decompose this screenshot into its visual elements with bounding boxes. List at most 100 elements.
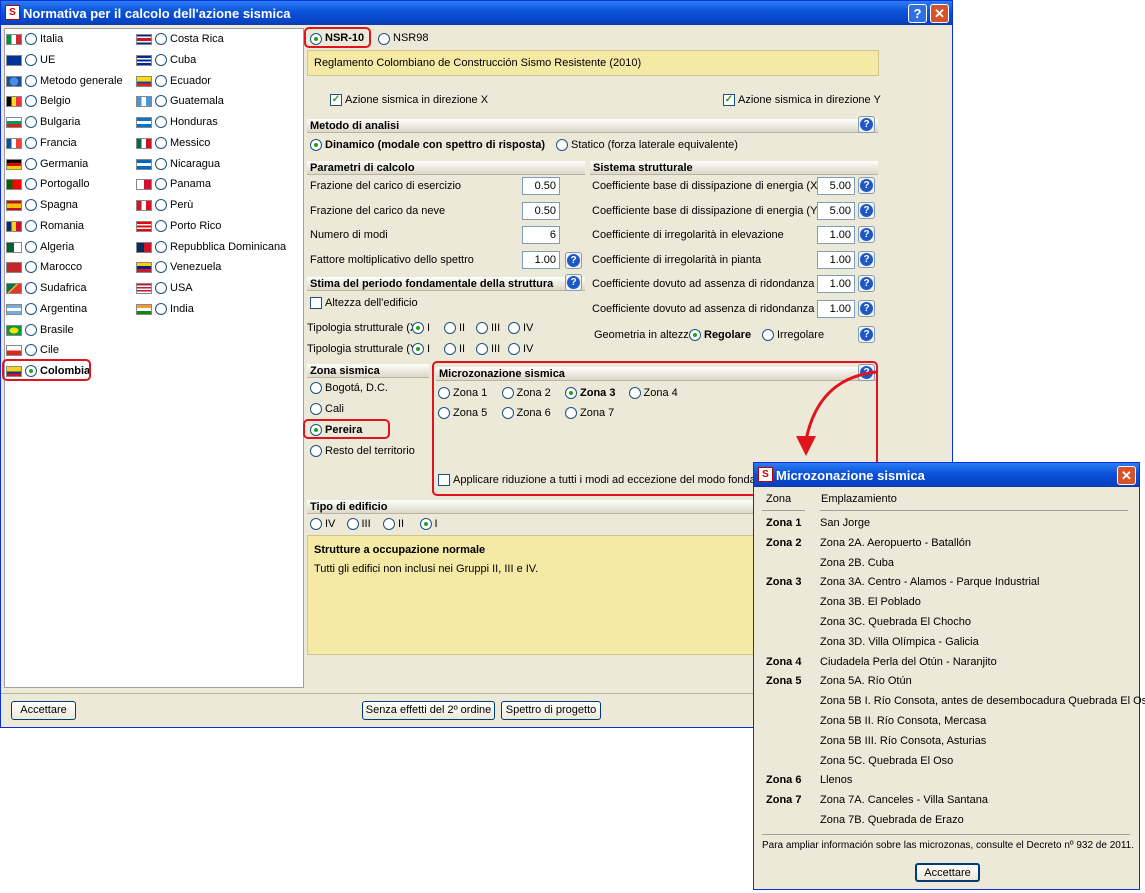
sistema-label-2: Coefficiente di irregolarità in elevazio… bbox=[592, 229, 784, 242]
country-radio-brasile[interactable] bbox=[25, 323, 37, 336]
popup-footer-note: Para ampliar información sobre las micro… bbox=[762, 840, 1134, 851]
param-input-0[interactable]: 0.50 bbox=[522, 177, 560, 195]
country-radio-guatemala[interactable] bbox=[155, 95, 167, 108]
country-radio-peru[interactable] bbox=[155, 199, 167, 211]
irregolare-radio[interactable] bbox=[762, 329, 774, 341]
metodo-statico-radio[interactable] bbox=[556, 139, 568, 151]
sistema-label-4: Coefficiente dovuto ad assenza di ridond… bbox=[592, 278, 833, 291]
param-input-2[interactable]: 6 bbox=[522, 226, 560, 244]
sistema-help-icon-5[interactable]: ? bbox=[858, 300, 875, 317]
country-radio-india[interactable] bbox=[155, 302, 167, 315]
sistema-help-icon-3[interactable]: ? bbox=[858, 250, 875, 268]
country-radio-cuba[interactable] bbox=[155, 53, 167, 66]
metodo-help-icon[interactable]: ? bbox=[858, 116, 875, 133]
tipologia-y-radio-1[interactable] bbox=[444, 343, 456, 355]
sistema-help-icon-4[interactable]: ? bbox=[858, 275, 875, 293]
country-radio-francia[interactable] bbox=[25, 136, 37, 149]
tipo-radio-3[interactable] bbox=[419, 518, 432, 530]
tipologia-x-label-2: III bbox=[491, 322, 501, 334]
sistema-input-5[interactable]: 1.00 bbox=[817, 300, 855, 318]
stima-help-icon[interactable]: ? bbox=[565, 274, 582, 291]
country-radio-nicaragua[interactable] bbox=[155, 157, 167, 170]
accettare-button[interactable]: Accettare bbox=[11, 701, 76, 720]
close-title-button[interactable]: ✕ bbox=[930, 4, 949, 23]
norm-label-nsr98: NSR98 bbox=[393, 32, 429, 44]
country-radio-cile[interactable] bbox=[25, 344, 37, 357]
azione-y-checkbox[interactable]: ✓ bbox=[723, 94, 735, 106]
geometria-help-icon[interactable]: ? bbox=[858, 326, 875, 343]
zona-radio-3[interactable] bbox=[310, 445, 322, 457]
param-input-3[interactable]: 1.00 bbox=[522, 250, 560, 269]
tipo-radio-0[interactable] bbox=[310, 518, 322, 530]
sistema-input-3[interactable]: 1.00 bbox=[817, 250, 855, 269]
help-title-button[interactable]: ? bbox=[908, 4, 927, 23]
tipologia-y-radio-3[interactable] bbox=[508, 343, 520, 355]
popup-accept-button[interactable]: Accettare bbox=[915, 863, 980, 882]
country-radio-venezuela[interactable] bbox=[155, 261, 167, 274]
country-radio-spagna[interactable] bbox=[25, 199, 37, 211]
country-radio-italia[interactable] bbox=[25, 33, 37, 45]
spettro-button[interactable]: Spettro di progetto bbox=[501, 701, 601, 720]
param-input-1[interactable]: 0.50 bbox=[522, 201, 560, 220]
flag-metodo-generale-icon bbox=[6, 75, 22, 87]
country-radio-honduras[interactable] bbox=[155, 116, 167, 128]
zona-radio-0[interactable] bbox=[310, 382, 322, 394]
sistema-input-1[interactable]: 5.00 bbox=[817, 201, 855, 220]
tipologia-x-radio-1[interactable] bbox=[444, 322, 456, 334]
popup-row-empl-12: Zona 5C. Quebrada El Oso bbox=[820, 754, 954, 767]
zona-radio-1[interactable] bbox=[310, 403, 322, 415]
country-radio-portogallo[interactable] bbox=[25, 178, 37, 191]
metodo-dinamico-radio[interactable] bbox=[310, 139, 322, 151]
sistema-input-0[interactable]: 5.00 bbox=[817, 177, 855, 195]
country-radio-ue[interactable] bbox=[25, 53, 37, 66]
country-radio-marocco[interactable] bbox=[25, 261, 37, 274]
country-radio-bulgaria[interactable] bbox=[25, 116, 37, 128]
sistema-help-icon-2[interactable]: ? bbox=[858, 226, 875, 244]
popup-row-empl-1: Zona 2A. Aeropuerto - Batallón bbox=[820, 536, 972, 549]
flag-usa-icon bbox=[136, 283, 152, 294]
zona-label-0: Bogotá, D.C. bbox=[325, 382, 388, 394]
country-radio-romania[interactable] bbox=[25, 219, 37, 232]
norm-radio-nsr98[interactable] bbox=[378, 33, 390, 45]
popup-close-button[interactable]: ✕ bbox=[1117, 466, 1136, 485]
flag-cuba-icon bbox=[136, 54, 152, 66]
tipologia-x-radio-3[interactable] bbox=[508, 322, 520, 334]
country-radio-repubblica-dominicana[interactable] bbox=[155, 240, 167, 253]
tipo-radio-2[interactable] bbox=[383, 518, 395, 530]
popup-row-empl-10: Zona 5B II. Río Consota, Mercasa bbox=[820, 715, 987, 727]
country-label-bulgaria: Bulgaria bbox=[40, 116, 81, 128]
country-radio-usa[interactable] bbox=[155, 282, 167, 294]
country-radio-panama[interactable] bbox=[155, 178, 167, 191]
country-radio-algeria[interactable] bbox=[25, 240, 37, 253]
sistema-input-2[interactable]: 1.00 bbox=[817, 226, 855, 245]
country-label-belgio: Belgio bbox=[40, 95, 71, 108]
tipo-radio-1[interactable] bbox=[346, 518, 359, 530]
tipologia-y-radio-0[interactable] bbox=[412, 343, 424, 355]
sistema-help-icon-0[interactable]: ? bbox=[858, 177, 875, 194]
senza-effetti-button[interactable]: Senza effetti del 2º ordine bbox=[362, 701, 495, 720]
country-label-venezuela: Venezuela bbox=[170, 261, 222, 274]
country-radio-argentina[interactable] bbox=[25, 302, 37, 315]
sistema-input-4[interactable]: 1.00 bbox=[817, 275, 855, 294]
popup-window: S Microzonazione sismica ✕ Zona Emplazam… bbox=[753, 462, 1145, 890]
sistema-help-icon-1[interactable]: ? bbox=[858, 201, 875, 219]
tipologia-y-label-3: IV bbox=[523, 343, 534, 355]
highlight-nsr10 bbox=[304, 27, 371, 48]
country-radio-porto-rico[interactable] bbox=[155, 219, 167, 232]
country-radio-messico[interactable] bbox=[155, 136, 167, 149]
regolare-radio[interactable] bbox=[689, 329, 701, 341]
country-radio-belgio[interactable] bbox=[25, 95, 37, 108]
country-radio-metodo-generale[interactable] bbox=[25, 74, 37, 87]
country-radio-germania[interactable] bbox=[25, 157, 37, 170]
tipo-label-2: II bbox=[398, 518, 405, 530]
country-radio-sudafrica[interactable] bbox=[25, 282, 37, 294]
fattore-help-icon[interactable]: ? bbox=[565, 252, 582, 269]
country-radio-costa-rica[interactable] bbox=[155, 33, 167, 45]
altezza-checkbox[interactable] bbox=[310, 297, 322, 309]
tipologia-y-radio-2[interactable] bbox=[476, 343, 488, 355]
azione-x-checkbox[interactable]: ✓ bbox=[330, 94, 342, 106]
country-label-peru: Perù bbox=[170, 199, 194, 211]
tipologia-x-radio-2[interactable] bbox=[476, 322, 488, 334]
tipologia-x-radio-0[interactable] bbox=[412, 322, 424, 334]
country-radio-ecuador[interactable] bbox=[155, 74, 167, 87]
